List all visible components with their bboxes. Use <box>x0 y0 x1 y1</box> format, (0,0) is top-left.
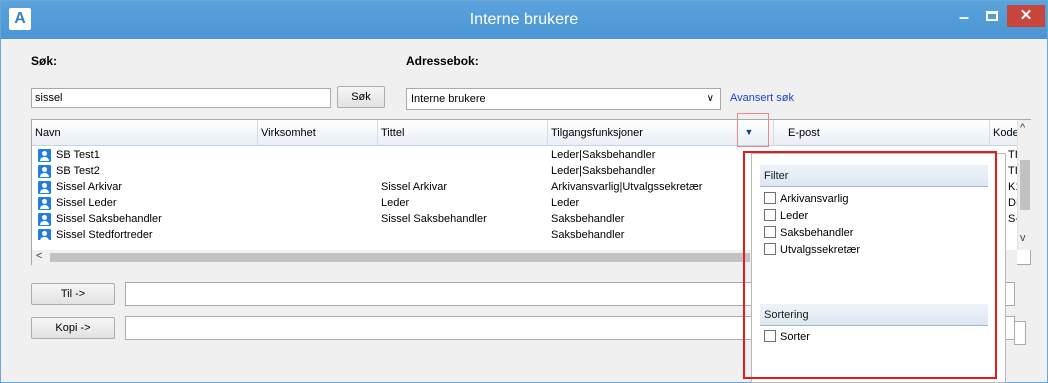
window: A Interne brukere – ✕ Søk: Søk Adressebo… <box>0 0 1048 383</box>
checkbox[interactable] <box>764 330 776 342</box>
column-header-kode[interactable]: Kode <box>990 120 1019 146</box>
user-icon <box>38 213 51 226</box>
checkbox[interactable] <box>764 226 776 238</box>
to-button[interactable]: Til -> <box>31 283 115 305</box>
user-icon <box>38 181 51 194</box>
column-header-navn[interactable]: Navn <box>32 120 258 146</box>
title-bar[interactable]: A Interne brukere – ✕ <box>1 1 1047 39</box>
cell-tilgang: Leder <box>551 197 580 209</box>
filter-option[interactable]: Leder <box>764 209 808 225</box>
sort-section-title: Sortering <box>760 304 988 326</box>
filter-option-label: Utvalgssekretær <box>780 244 861 256</box>
cell-navn: Sissel Saksbehandler <box>56 213 162 225</box>
cell-tittel: Leder <box>381 197 410 209</box>
copy-button[interactable]: Kopi -> <box>31 317 115 339</box>
cell-tilgang: Saksbehandler <box>551 229 625 240</box>
user-icon <box>38 165 51 178</box>
cell-tilgang: Arkivansvarlig|Utvalgssekretær <box>551 181 703 193</box>
grid-header: Navn Virksomhet Tittel Tilgangsfunksjone… <box>32 120 1019 146</box>
search-input[interactable] <box>31 88 331 108</box>
search-label: Søk: <box>31 54 58 68</box>
filter-option[interactable]: Saksbehandler <box>764 226 853 242</box>
minimize-button[interactable]: – <box>949 7 979 35</box>
column-header-tilgangsfunksjoner[interactable]: Tilgangsfunksjoner <box>548 120 774 146</box>
addressbook-selected: Interne brukere <box>411 93 486 105</box>
checkbox[interactable] <box>764 192 776 204</box>
scroll-down-icon[interactable]: v <box>1020 232 1026 244</box>
maximize-icon <box>986 11 998 21</box>
filter-option[interactable]: Utvalgssekretær <box>764 243 860 259</box>
checkbox[interactable] <box>764 243 776 255</box>
user-icon <box>38 149 51 162</box>
cell-tilgang: Saksbehandler <box>551 213 625 225</box>
sort-option-label: Sorter <box>780 331 810 343</box>
window-title: Interne brukere <box>469 11 579 28</box>
advanced-search-link[interactable]: Avansert søk <box>730 92 794 104</box>
filter-section-title: Filter <box>760 165 988 187</box>
addressbook-select[interactable]: Interne brukere ∨ <box>406 88 721 110</box>
column-header-tittel[interactable]: Tittel <box>378 120 548 146</box>
chevron-down-icon: ∨ <box>706 93 714 104</box>
cell-navn: Sissel Arkivar <box>56 181 123 193</box>
cell-tilgang: Leder|Saksbehandler <box>551 165 656 177</box>
vertical-scrollbar[interactable]: ^ v <box>1017 120 1032 250</box>
sort-option[interactable]: Sorter <box>764 330 810 346</box>
scroll-thumb[interactable] <box>50 253 750 262</box>
filter-dropdown-icon[interactable]: ▼ <box>743 126 755 138</box>
cell-navn: SB Test1 <box>56 149 100 161</box>
user-icon <box>38 229 51 240</box>
filter-popup: Filter Arkivansvarlig Leder Saksbehandle… <box>751 153 1006 383</box>
cell-tilgang: Leder|Saksbehandler <box>551 149 656 161</box>
scroll-up-icon[interactable]: ^ <box>1020 122 1025 134</box>
filter-option[interactable]: Arkivansvarlig <box>764 192 848 208</box>
close-button[interactable]: ✕ <box>1007 5 1045 27</box>
scroll-left-icon[interactable]: < <box>36 250 42 262</box>
filter-option-label: Saksbehandler <box>780 227 854 239</box>
checkbox[interactable] <box>764 209 776 221</box>
cell-tittel: Sissel Saksbehandler <box>381 213 487 225</box>
column-header-epost[interactable]: E-post <box>774 120 990 146</box>
side-field[interactable] <box>1014 321 1026 345</box>
cell-navn: Sissel Stedfortreder <box>56 229 153 240</box>
column-header-virksomhet[interactable]: Virksomhet <box>258 120 378 146</box>
cell-navn: SB Test2 <box>56 165 100 177</box>
scroll-thumb[interactable] <box>1020 160 1030 210</box>
search-button[interactable]: Søk <box>337 86 385 108</box>
maximize-button[interactable] <box>981 10 1003 38</box>
cell-tittel: Sissel Arkivar <box>381 181 448 193</box>
filter-option-label: Leder <box>780 210 809 222</box>
addressbook-label: Adressebok: <box>406 54 479 68</box>
user-icon <box>38 197 51 210</box>
filter-option-label: Arkivansvarlig <box>780 193 849 205</box>
cell-navn: Sissel Leder <box>56 197 117 209</box>
